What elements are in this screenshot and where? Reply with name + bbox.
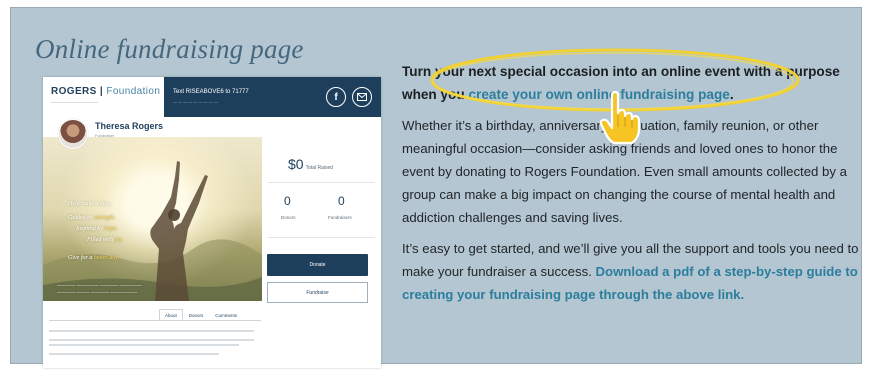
hero-image: Help make a day... Guided by strength. I… <box>43 137 262 301</box>
hero-line-4-highlight: joy. <box>114 237 124 243</box>
logo-main-text: ROGERS <box>51 86 97 97</box>
hero-line-5: Give for a better day. <box>68 255 178 261</box>
fundraising-page-screenshot: ROGERS | Foundation ——————————— Text RIS… <box>43 77 381 368</box>
section-title: Online fundraising page <box>35 34 304 64</box>
fundraise-button[interactable]: Fundraise <box>267 282 368 303</box>
hero-line-1-text: Help make a day... <box>68 201 113 207</box>
content-panel: Online fundraising page ROGERS | Foundat… <box>10 7 862 368</box>
avatar <box>58 119 88 149</box>
amount-raised: $0 <box>288 156 304 172</box>
about-text-line <box>49 344 239 346</box>
donate-button[interactable]: Donate <box>267 254 368 276</box>
stats-divider <box>268 182 375 183</box>
text-cta-subline: — — — — — — — — — <box>173 99 218 104</box>
hero-line-3-highlight: hope. <box>104 226 118 232</box>
hero-line-2-highlight: strength. <box>94 215 116 221</box>
stats-divider-2 <box>268 237 375 238</box>
donors-count: 0 <box>284 194 291 208</box>
total-raised-label: Total Raised <box>305 165 334 171</box>
hero-caption-line-1: ———— ————— ———— ————— <box>57 283 142 288</box>
hand-pointer-icon <box>599 91 641 145</box>
logo-secondary-text: Foundation <box>106 86 161 97</box>
screenshot-header: ROGERS | Foundation ——————————— Text RIS… <box>43 77 381 117</box>
about-text-line <box>49 353 219 355</box>
email-icon[interactable] <box>352 87 372 107</box>
hero-line-5-text: Give for a <box>68 255 94 261</box>
fundraisers-label: Fundraisers <box>328 215 352 220</box>
facebook-icon[interactable]: f <box>326 87 346 107</box>
about-text-line <box>49 339 254 341</box>
hero-line-2: Guided by strength. <box>68 215 178 221</box>
fundraiser-label: Fundraiser <box>95 133 115 138</box>
hero-line-1: Help make a day... <box>68 201 178 207</box>
hero-line-4: Filled with joy. <box>87 237 197 243</box>
hero-line-3-text: Inspired by <box>76 226 105 232</box>
donors-label: Donors <box>281 215 296 220</box>
hero-line-3: Inspired by hope. <box>76 226 186 232</box>
about-text-line <box>49 330 254 332</box>
fundraiser-name: Theresa Rogers <box>95 121 164 131</box>
hero-line-5-highlight: better day. <box>93 255 120 261</box>
fundraiser-stats: $0 Total Raised 0 Donors 0 Fundraisers Do… <box>262 137 381 368</box>
foundation-logo: ROGERS | Foundation ——————————— <box>43 77 164 117</box>
tabs-divider <box>49 320 261 321</box>
total-raised: $0 Total Raised <box>288 156 333 172</box>
text-cta: Text RISEABOVE6 to 71777 <box>173 89 249 95</box>
paragraph-get-started: It’s easy to get started, and we’ll give… <box>402 237 868 306</box>
hero-line-2-text: Guided by <box>68 215 95 221</box>
hero-line-4-text: Filled with <box>87 237 115 243</box>
fundraisers-count: 0 <box>338 194 345 208</box>
hero-caption-line-2: ———— ——— ———— —————— <box>57 290 138 295</box>
headline-end: . <box>729 87 734 102</box>
logo-tagline-graphic: ——————————— <box>51 99 99 104</box>
